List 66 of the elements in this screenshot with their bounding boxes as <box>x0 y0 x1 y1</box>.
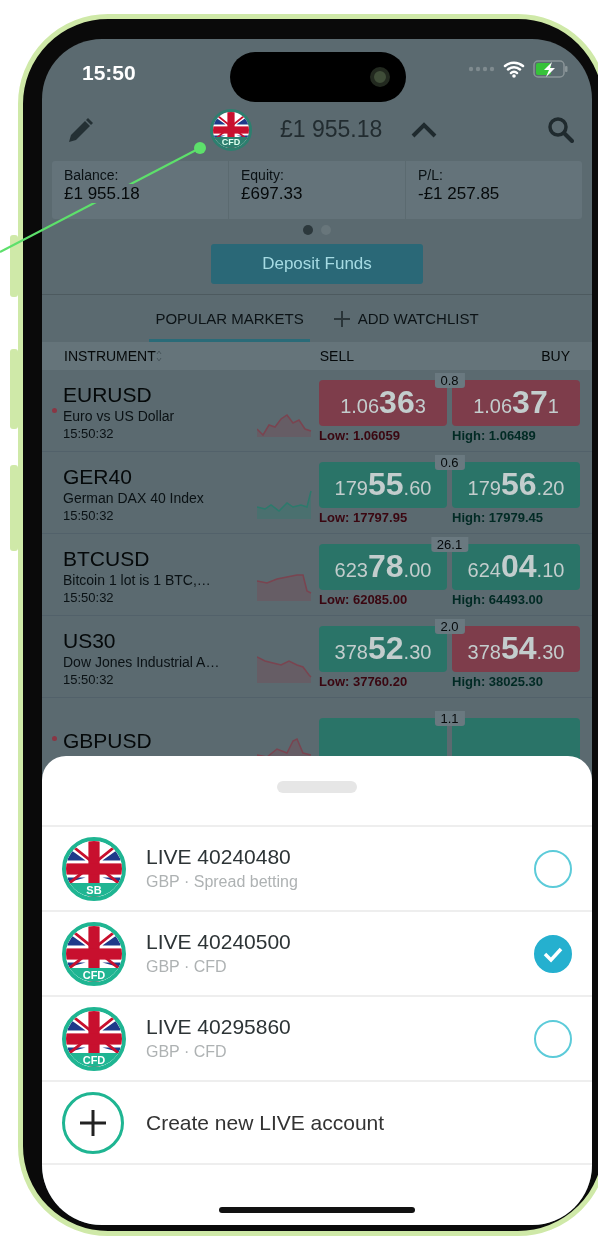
deposit-funds-button[interactable]: Deposit Funds <box>211 244 423 284</box>
high-price: High: 64493.00 <box>452 591 545 610</box>
low-price: Low: 17797.95 <box>319 509 409 528</box>
market-tab[interactable]: ADD WATCHLIST <box>327 295 485 342</box>
summary-label: P/L: <box>418 167 443 183</box>
account-type: GBP · CFD <box>146 1041 228 1062</box>
quote-time: 15:50:32 <box>63 425 115 442</box>
create-account-label: Create new LIVE account <box>146 1109 385 1136</box>
column-header: BUY <box>541 346 570 366</box>
instrument-symbol: GER40 <box>63 465 133 489</box>
battery-icon <box>533 59 568 78</box>
account-number: LIVE 40240500 <box>146 928 291 955</box>
summary-value: £1 955.18 <box>64 184 140 203</box>
sort-icon[interactable] <box>155 350 162 362</box>
summary-label: Equity: <box>241 167 284 183</box>
account-radio[interactable] <box>534 934 572 973</box>
instrument-symbol: BTCUSD <box>63 547 151 571</box>
instrument-name: Bitcoin 1 lot is 1 BTC,… <box>63 571 212 589</box>
account-type: GBP · Spread betting <box>146 871 298 892</box>
instrument-symbol: EURUSD <box>63 383 153 407</box>
account-balance: £1 955.18 <box>280 115 383 145</box>
signal-icon <box>468 64 495 73</box>
column-header: INSTRUMENT <box>64 346 156 366</box>
account-number: LIVE 40295860 <box>146 1013 291 1040</box>
account-radio[interactable] <box>534 1019 572 1058</box>
low-price: Low: 1.06059 <box>319 427 401 446</box>
add-icon[interactable] <box>62 1091 124 1154</box>
spread-value: 0.6 <box>434 455 465 471</box>
instrument-name: Euro vs US Dollar <box>63 407 176 425</box>
account-number: LIVE 40240480 <box>146 843 292 870</box>
low-price: Low: 62085.00 <box>319 591 409 610</box>
account-item[interactable]: CFD LIVE 40240500 GBP · CFD <box>42 910 592 995</box>
instrument-symbol: US30 <box>63 629 117 653</box>
account-type: GBP · CFD <box>146 956 228 977</box>
spread-value: 0.8 <box>434 373 465 389</box>
column-header: SELL <box>319 346 355 366</box>
pencil-icon[interactable] <box>66 115 94 144</box>
summary-label: Balance: <box>64 167 119 183</box>
flag-avatar: CFD <box>62 921 126 986</box>
search-icon[interactable] <box>547 116 574 143</box>
quote-time: 15:50:32 <box>63 671 115 688</box>
instrument-name: German DAX 40 Index <box>63 489 205 507</box>
high-price: High: 17979.45 <box>452 509 545 528</box>
status-time: 15:50 <box>82 60 136 86</box>
drag-handle[interactable] <box>277 781 357 793</box>
high-price: High: 38025.30 <box>452 673 545 692</box>
page-dot[interactable] <box>303 225 313 235</box>
account-radio[interactable] <box>534 849 572 888</box>
spread-value: 1.1 <box>434 711 465 726</box>
low-price: Low: 37760.20 <box>319 673 409 692</box>
instrument-symbol: GBPUSD <box>63 728 153 753</box>
quote-time: 15:50:32 <box>63 507 115 524</box>
quote-time: 15:50:32 <box>63 589 115 606</box>
spread-value: 2.0 <box>434 619 465 635</box>
account-item[interactable]: SB LIVE 40240480 GBP · Spread betting <box>42 825 592 910</box>
wifi-icon <box>503 59 525 78</box>
flag-avatar: CFD <box>62 1006 126 1071</box>
account-item[interactable]: CFD LIVE 40295860 GBP · CFD <box>42 995 592 1080</box>
plus-icon <box>333 311 350 327</box>
flag-avatar: CFD <box>210 108 252 151</box>
plus-icon <box>80 1109 106 1136</box>
high-price: High: 1.06489 <box>452 427 537 446</box>
create-account-item[interactable]: Create new LIVE account <box>42 1080 592 1165</box>
spread-value: 26.1 <box>430 537 469 553</box>
flag-avatar: SB <box>62 836 126 901</box>
instrument-name: Dow Jones Industrial A… <box>63 653 221 671</box>
